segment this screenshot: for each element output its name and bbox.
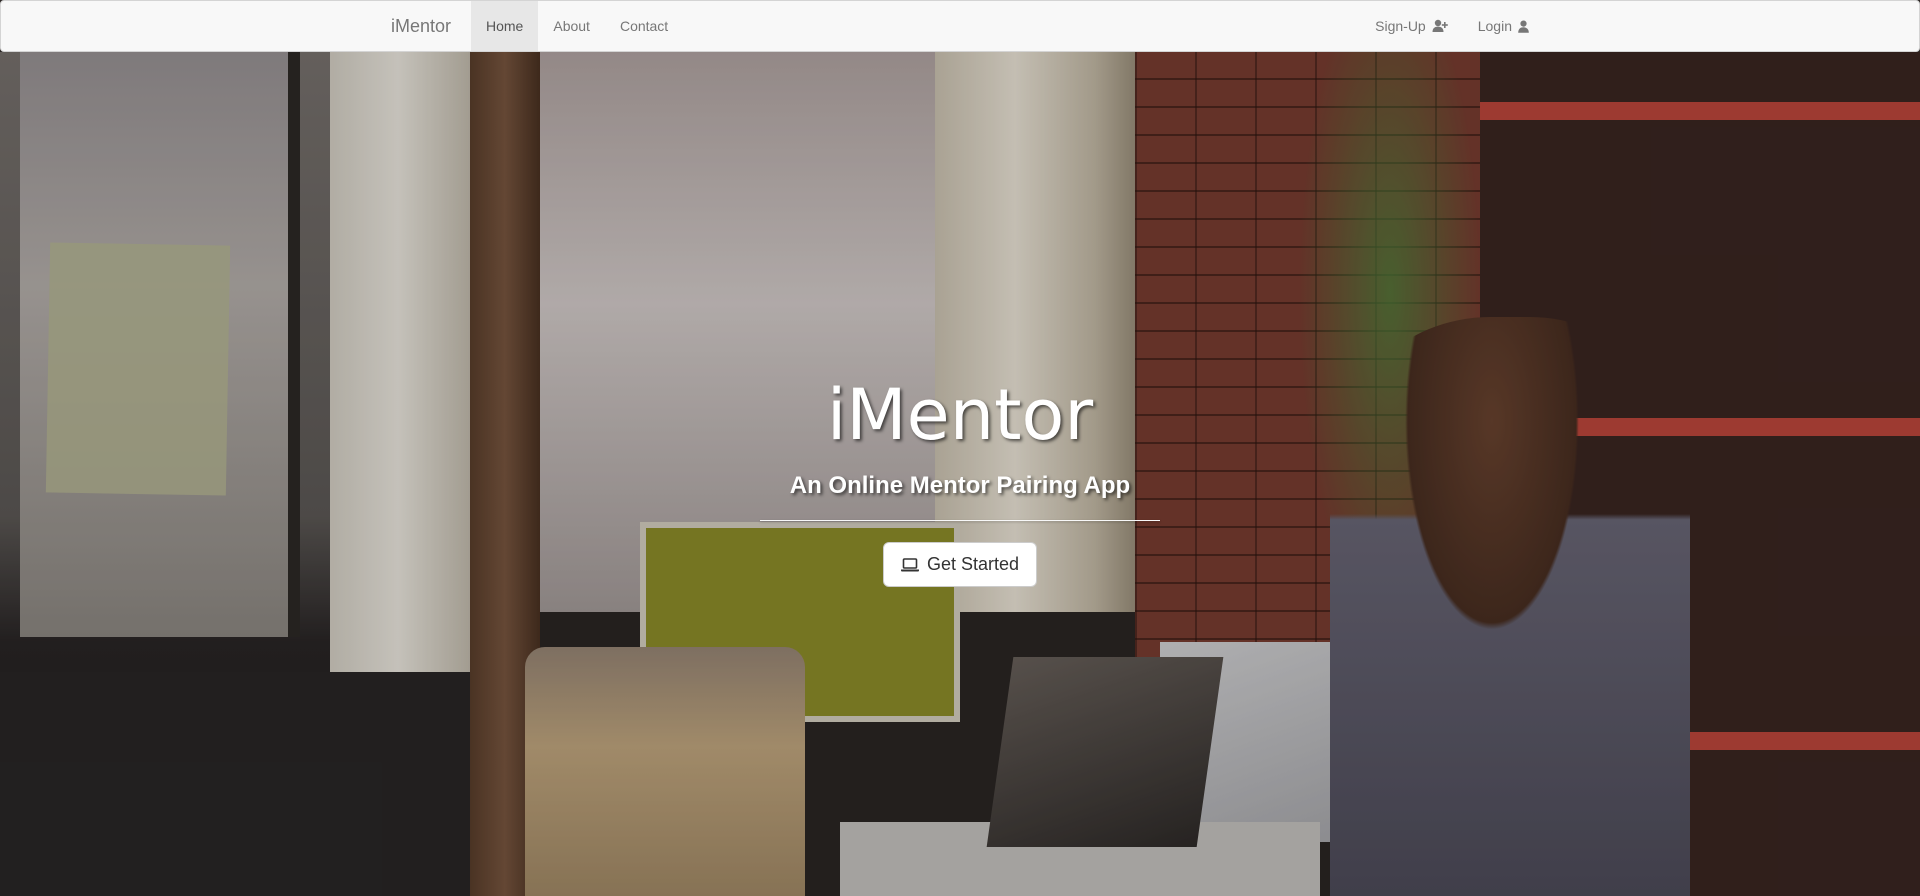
hero-section: iMentor An Online Mentor Pairing App Get…: [0, 52, 1920, 896]
login-link[interactable]: Login: [1463, 1, 1544, 51]
hero-divider: [760, 520, 1160, 521]
primary-nav: Home About Contact: [471, 1, 683, 51]
laptop-icon: [900, 557, 919, 572]
hero-title: iMentor: [826, 374, 1094, 456]
signup-link[interactable]: Sign-Up: [1360, 1, 1463, 51]
top-navbar: iMentor Home About Contact Sign-Up Login: [0, 0, 1920, 52]
user-icon: [1518, 20, 1529, 33]
brand-logo-link[interactable]: iMentor: [391, 1, 451, 51]
nav-contact-link[interactable]: Contact: [605, 1, 683, 51]
signup-label: Sign-Up: [1375, 18, 1426, 34]
login-label: Login: [1477, 18, 1512, 34]
get-started-button[interactable]: Get Started: [883, 542, 1037, 587]
get-started-label: Get Started: [926, 554, 1020, 574]
user-plus-icon: [1432, 19, 1448, 33]
nav-home-link[interactable]: Home: [471, 1, 539, 51]
nav-about-link[interactable]: About: [538, 1, 605, 51]
hero-content: iMentor An Online Mentor Pairing App Get…: [0, 52, 1920, 896]
account-nav: Sign-Up Login: [1360, 1, 1544, 51]
navbar-container: iMentor Home About Contact Sign-Up Login: [376, 1, 1544, 51]
hero-subtitle: An Online Mentor Pairing App: [789, 472, 1131, 499]
